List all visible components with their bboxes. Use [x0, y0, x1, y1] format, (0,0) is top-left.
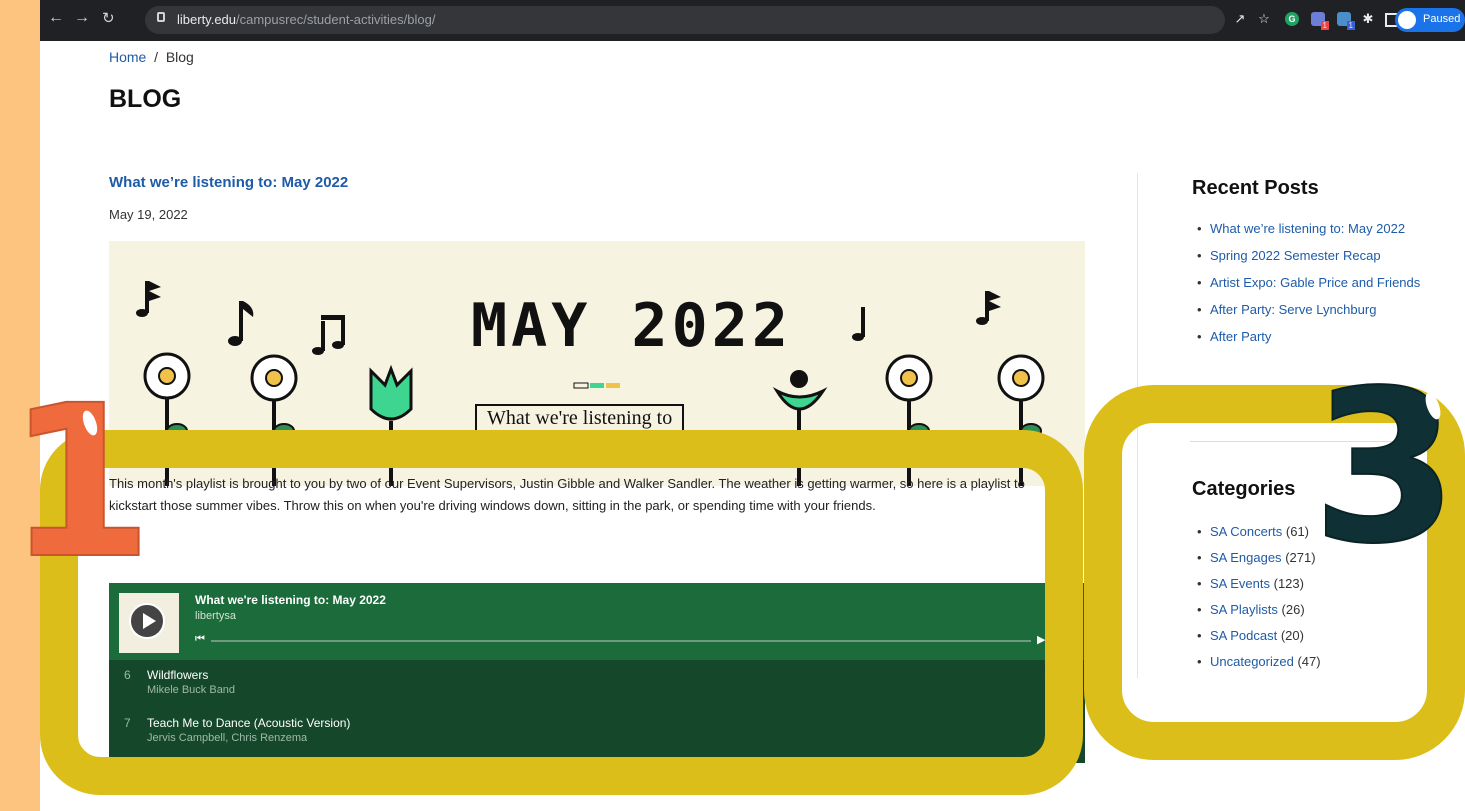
- marker-number-1: 1: [10, 375, 150, 575]
- music-note-icon: [852, 307, 865, 341]
- extension-badge: 1: [1346, 21, 1355, 30]
- music-note-icon: [976, 291, 1001, 325]
- avatar: [1398, 11, 1416, 29]
- profile-status: Paused: [1423, 13, 1461, 25]
- post-date: May 19, 2022: [109, 207, 188, 222]
- music-note-icon: [136, 281, 161, 317]
- music-note-icon: [228, 301, 254, 346]
- marker-1-label: 1: [10, 375, 150, 575]
- recent-posts-heading: Recent Posts: [1192, 177, 1319, 199]
- address-bar[interactable]: liberty.edu/campusrec/student-activities…: [145, 6, 1225, 34]
- reload-icon[interactable]: ↻: [102, 9, 115, 27]
- recent-post-link[interactable]: After Party: [1192, 327, 1422, 347]
- highlight-box-1: [40, 430, 1083, 795]
- lock-icon: [157, 12, 165, 22]
- extension-badge: 1: [1320, 21, 1329, 30]
- forward-icon[interactable]: →: [74, 9, 90, 27]
- recent-posts-list: What we’re listening to: May 2022 Spring…: [1192, 219, 1422, 354]
- color-bar-icon: [573, 382, 620, 389]
- banner-subtitle: What we're listening to: [475, 404, 685, 433]
- breadcrumb: Home / Blog: [109, 49, 194, 65]
- puzzle-extensions-icon[interactable]: ✱: [1361, 12, 1375, 26]
- url-domain: liberty.edu: [177, 12, 237, 27]
- extension-icon[interactable]: 1: [1337, 12, 1355, 30]
- extension-icon[interactable]: 1: [1311, 12, 1329, 30]
- profile-button[interactable]: Paused: [1395, 8, 1465, 32]
- recent-post-link[interactable]: Artist Expo: Gable Price and Friends: [1192, 273, 1422, 293]
- marker-number-3: 3: [1311, 360, 1459, 560]
- bookmark-star-icon[interactable]: ☆: [1257, 12, 1271, 26]
- music-note-icon: [312, 315, 345, 355]
- post-title-link[interactable]: What we’re listening to: May 2022: [109, 174, 348, 191]
- browser-toolbar: ← → ↻ liberty.edu/campusrec/student-acti…: [40, 0, 1465, 41]
- url-path: /campusrec/student-activities/blog/: [236, 12, 436, 27]
- page-title: BLOG: [109, 85, 182, 113]
- banner-title: MAY 2022: [471, 291, 792, 361]
- breadcrumb-home-link[interactable]: Home: [109, 49, 146, 65]
- breadcrumb-separator: /: [154, 49, 159, 65]
- marker-3-label: 3: [1312, 360, 1458, 560]
- share-icon[interactable]: ↗: [1233, 12, 1247, 26]
- url-text: liberty.edu/campusrec/student-activities…: [177, 12, 435, 27]
- breadcrumb-current: Blog: [165, 49, 194, 65]
- grammarly-icon[interactable]: G: [1285, 12, 1299, 26]
- back-icon[interactable]: ←: [48, 9, 64, 27]
- recent-post-link[interactable]: After Party: Serve Lynchburg: [1192, 300, 1422, 320]
- recent-post-link[interactable]: Spring 2022 Semester Recap: [1192, 246, 1422, 266]
- recent-post-link[interactable]: What we’re listening to: May 2022: [1192, 219, 1422, 239]
